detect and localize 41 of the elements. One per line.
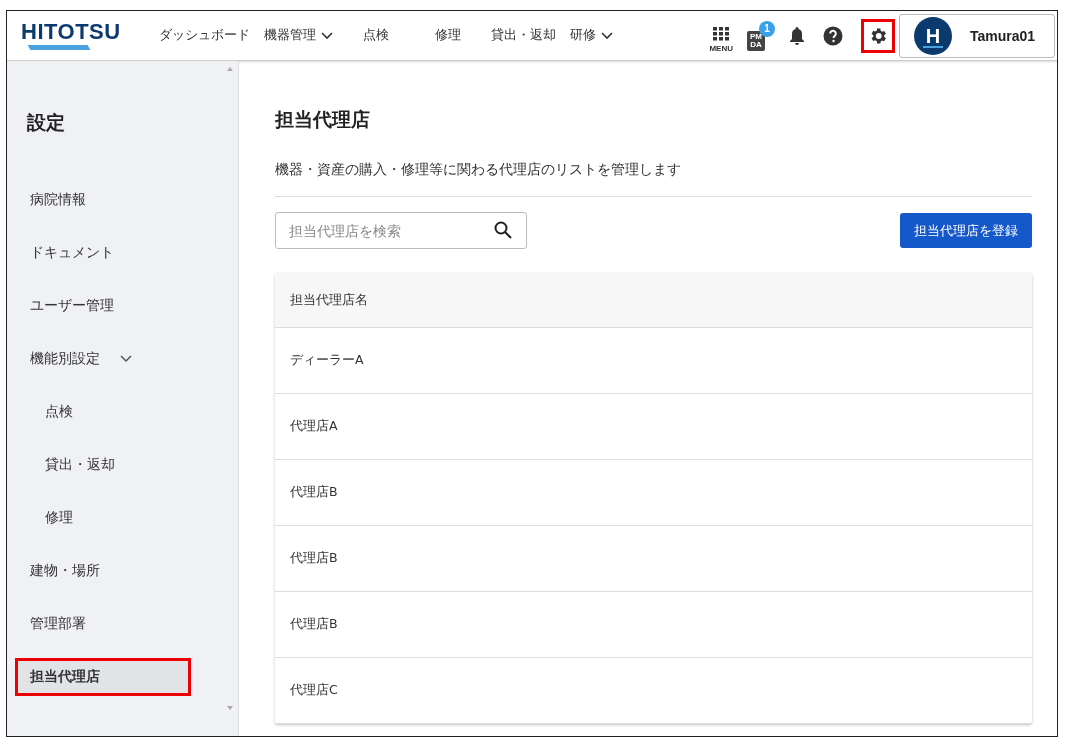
sidebar-item[interactable]: ユーザー管理 bbox=[15, 287, 191, 325]
sidebar-item[interactable]: ドキュメント bbox=[15, 234, 191, 272]
bell-icon[interactable] bbox=[789, 25, 805, 46]
page-title: 担当代理店 bbox=[275, 107, 371, 132]
table-cell-text: 代理店B bbox=[289, 616, 338, 633]
nav-link[interactable]: 貸出・返却 bbox=[491, 27, 556, 44]
table-cell-text: 代理店A bbox=[289, 418, 338, 435]
sidebar-item[interactable]: 病院情報 bbox=[15, 181, 191, 219]
chevron-down-icon bbox=[120, 355, 132, 363]
table-cell-text: 代理店B bbox=[289, 550, 338, 567]
nav-link[interactable]: 点検 bbox=[363, 27, 389, 44]
nav-link[interactable]: ダッシュボード bbox=[159, 27, 250, 44]
user-menu-button[interactable]: H Tamura01 bbox=[899, 13, 1055, 58]
sidebar-item[interactable]: 修理 bbox=[15, 499, 191, 537]
register-button[interactable]: 担当代理店を登録 bbox=[900, 213, 1032, 248]
column-header: 担当代理店名 bbox=[289, 291, 368, 309]
nav-link[interactable]: 研修 bbox=[570, 27, 613, 44]
nav-link[interactable]: 修理 bbox=[435, 27, 461, 44]
grid-icon bbox=[713, 26, 730, 41]
help-icon[interactable] bbox=[823, 25, 843, 46]
table-cell-text: 代理店B bbox=[289, 484, 338, 501]
avatar-icon: H bbox=[914, 16, 952, 55]
apps-menu-button[interactable]: MENU bbox=[709, 26, 733, 53]
chevron-down-icon bbox=[321, 31, 333, 40]
table-cell-text: ディーラーA bbox=[289, 352, 364, 369]
logo[interactable]: HITOTSU bbox=[21, 21, 127, 50]
sidebar-item[interactable]: 貸出・返却 bbox=[15, 446, 191, 484]
table-cell-text: 代理店C bbox=[289, 682, 338, 699]
sidebar-item[interactable]: 担当代理店 bbox=[15, 658, 191, 696]
settings-button[interactable] bbox=[861, 18, 895, 53]
chevron-down-icon bbox=[601, 31, 613, 40]
nav-link[interactable]: 機器管理 bbox=[264, 27, 333, 44]
page-description: 機器・資産の購入・修理等に関わる代理店のリストを管理します bbox=[275, 161, 1032, 197]
sidebar-item[interactable]: 管理部署 bbox=[15, 605, 191, 643]
search-field[interactable]: 担当代理店を検索 bbox=[275, 212, 527, 249]
search-icon bbox=[494, 221, 512, 239]
sidebar-title: 設定 bbox=[27, 110, 66, 135]
sidebar-item[interactable]: 点検 bbox=[15, 393, 191, 431]
sidebar-item[interactable]: 建物・場所 bbox=[15, 552, 191, 590]
pmda-button[interactable]: PM DA 1 bbox=[747, 20, 775, 51]
sidebar-group[interactable]: 機能別設定 bbox=[15, 340, 191, 378]
